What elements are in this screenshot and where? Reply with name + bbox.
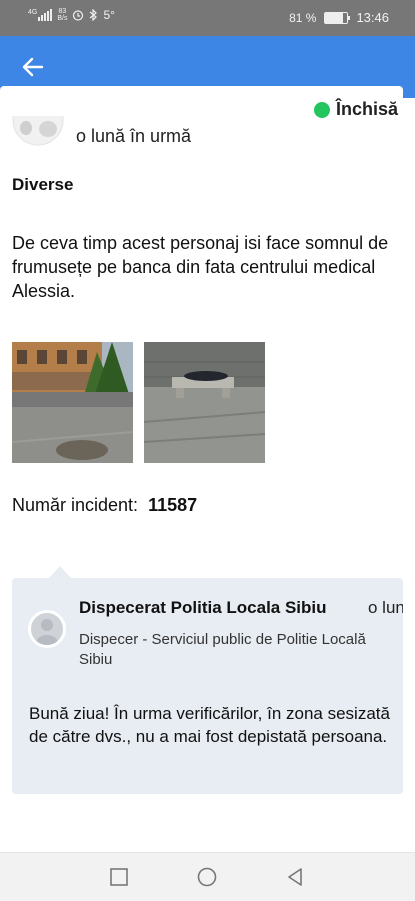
report-photo-2[interactable] [144, 342, 265, 463]
incident-number: 11587 [148, 495, 198, 515]
recent-apps-button[interactable] [107, 865, 131, 889]
status-bar: 4G 83 B/s 5° 81 % 13:46 [0, 0, 415, 36]
reply-author-role: Dispecer - Serviciul public de Politie L… [79, 631, 366, 668]
circle-icon [197, 867, 217, 887]
incident-label: Număr incident: [12, 495, 139, 515]
battery-percent: 81 % [289, 10, 317, 25]
data-speed: 83 B/s [57, 8, 68, 22]
user-avatar-icon [28, 610, 66, 648]
reply-time-ago: o lun [368, 598, 403, 617]
status-right: 81 % 13:46 [289, 10, 389, 25]
triangle-back-icon [288, 868, 302, 886]
arrow-left-icon [22, 57, 44, 77]
status-dot-icon [314, 101, 330, 118]
incident-row: Număr incident: 11587 [12, 495, 197, 516]
reply-author: Dispecerat Politia Locala Sibiu [79, 598, 327, 617]
reply-message: Bună ziua! În urma verificărilor, în zon… [29, 704, 390, 746]
system-nav-bar [0, 852, 415, 901]
reporter-avatar [12, 116, 64, 146]
square-icon [110, 868, 128, 886]
status-label: Închisă [336, 99, 399, 119]
report-time-ago: o lună în urmă [76, 126, 192, 146]
signal-icon: 4G [28, 9, 53, 21]
battery-level [325, 12, 344, 23]
report-category: Diverse [12, 175, 74, 194]
report-description: De ceva timp acest personaj isi face som… [12, 233, 389, 301]
report-photo-1[interactable] [12, 342, 133, 463]
bluetooth-icon [90, 9, 98, 21]
alarm-icon [73, 10, 84, 21]
back-nav-button[interactable] [283, 865, 307, 889]
reply-card: Dispecerat Politia Locala Sibiu o lun Di… [12, 578, 403, 794]
notification-indicator: 5° [103, 8, 115, 22]
home-button[interactable] [195, 865, 219, 889]
status-left: 4G 83 B/s 5° [28, 8, 115, 22]
status-badge: Închisă [314, 99, 398, 120]
back-button[interactable] [16, 50, 50, 84]
battery-icon [324, 11, 351, 24]
clock: 13:46 [356, 10, 389, 25]
